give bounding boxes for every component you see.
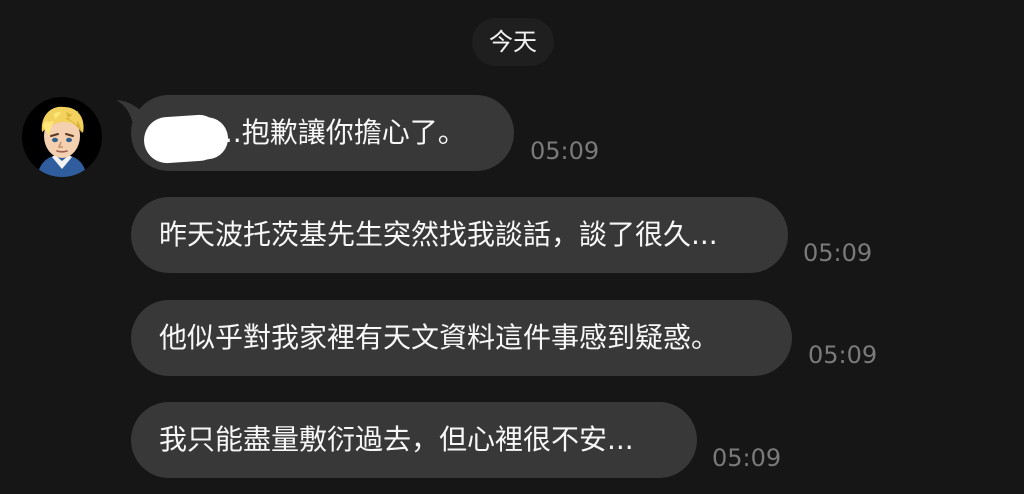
message-timestamp: 05:09 bbox=[530, 137, 600, 165]
redaction-mark bbox=[142, 113, 224, 165]
blonde-character-avatar-icon bbox=[22, 97, 102, 177]
message-text: 他似乎對我家裡有天文資料這件事感到疑惑。 bbox=[159, 321, 720, 354]
incoming-message-bubble[interactable]: 他似乎對我家裡有天文資料這件事感到疑惑。 bbox=[131, 300, 792, 376]
incoming-message-bubble[interactable]: 我只能盡量敷衍過去，但心裡很不安... bbox=[131, 402, 697, 478]
message-timestamp: 05:09 bbox=[808, 341, 878, 369]
message-timestamp: 05:09 bbox=[712, 444, 782, 472]
message-timestamp: 05:09 bbox=[803, 239, 873, 267]
incoming-message-bubble[interactable]: 昨天波托茨基先生突然找我談話，談了很久... bbox=[131, 197, 788, 273]
chat-screen: 今天 ...抱歉讓你擔心了。 05:09 昨天波托茨基先生突然找我談話，談了很久… bbox=[0, 0, 1024, 494]
date-separator: 今天 bbox=[472, 18, 554, 66]
sender-avatar[interactable] bbox=[22, 97, 102, 177]
message-text: 我只能盡量敷衍過去，但心裡很不安... bbox=[159, 423, 634, 456]
message-text: 昨天波托茨基先生突然找我談話，談了很久... bbox=[159, 218, 718, 251]
